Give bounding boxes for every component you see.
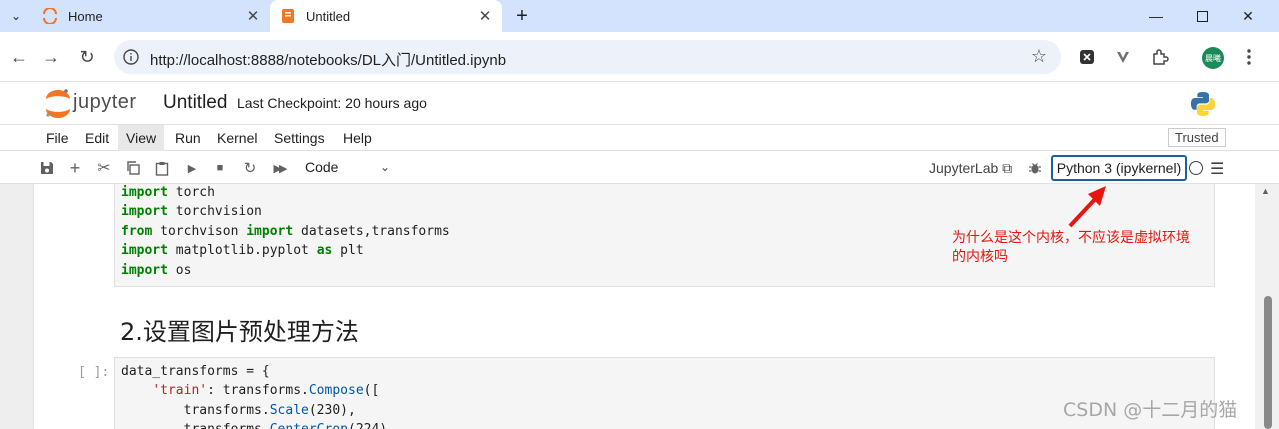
notebook-area: import torch import torchvision from tor… [0,184,1279,429]
notebook-title[interactable]: Untitled [163,92,227,114]
debugger-bug-icon[interactable] [1025,158,1045,178]
site-info-icon[interactable] [122,48,140,66]
menu-help[interactable]: Help [335,125,380,151]
code-line: import os [121,262,192,278]
close-window-icon[interactable]: ✕ [1225,0,1271,32]
scrollbar-thumb[interactable] [1264,296,1272,429]
jupyter-menubar: File Edit View Run Kernel Settings Help … [0,124,1279,151]
notebook-favicon-icon [280,8,296,24]
extension-v-icon[interactable] [1113,47,1133,67]
menu-edit[interactable]: Edit [77,125,117,151]
jupyter-favicon-icon [42,8,58,24]
menu-run[interactable]: Run [167,125,209,151]
toolbar-menu-hamburger-icon[interactable]: ☰ [1210,159,1224,179]
profile-avatar[interactable]: 晨曦 [1202,47,1224,69]
tab-search-chevron-icon[interactable]: ⌄ [4,4,28,28]
red-annotation-text: 为什么是这个内核，不应该是虚拟环境 的内核吗 [952,229,1222,267]
tab-title: Untitled [306,8,351,24]
browser-menu-kebab-icon[interactable] [1239,47,1259,67]
extensions-puzzle-icon[interactable] [1150,47,1170,67]
menu-view[interactable]: View [118,125,165,151]
url-text: http://localhost:8888/notebooks/DL入门/Unt… [150,52,507,69]
browser-tab-home[interactable]: Home ✕ [32,0,270,32]
run-all-fast-forward-icon[interactable]: ▶▶ [269,158,289,178]
reload-icon[interactable]: ↻ [74,44,100,70]
cut-scissors-icon[interactable]: ✂ [94,158,114,178]
csdn-watermark: CSDN @十二月的猫 [1063,399,1238,421]
close-tab-icon[interactable]: ✕ [244,7,262,25]
stop-square-icon[interactable]: ■ [210,158,230,178]
python-logo-icon [1191,92,1215,116]
restart-kernel-icon[interactable]: ↻ [240,158,260,178]
code-line: data_transforms = { [121,364,270,379]
page-scrollbar[interactable]: ▲ [1255,184,1279,429]
minimize-icon[interactable]: — [1133,0,1179,32]
chevron-down-icon[interactable]: ⌄ [380,160,390,174]
code-line: from torchvison import datasets,transfor… [121,223,450,239]
extension-x-icon[interactable] [1077,47,1097,67]
save-icon[interactable] [37,158,57,178]
insert-cell-plus-icon[interactable]: + [65,158,85,178]
code-line: 'train': transforms.Compose([ [152,383,380,399]
tab-title: Home [68,8,103,24]
code-line: transforms.Scale(230), [121,402,356,418]
kernel-name-button[interactable]: Python 3 (ipykernel) [1051,155,1187,181]
code-cell-transforms[interactable]: data_transforms = { 'train': transforms.… [114,357,1215,429]
annotation-line: 的内核吗 [952,249,1008,265]
markdown-heading: 2.设置图片预处理方法 [120,318,359,346]
red-arrow-icon [1068,186,1106,228]
open-jupyterlab-link[interactable]: JupyterLab ⧉ [929,160,1012,177]
scroll-up-arrow-icon[interactable]: ▲ [1261,186,1270,196]
trusted-indicator[interactable]: Trusted [1168,128,1226,147]
close-tab-icon[interactable]: ✕ [476,7,494,25]
menu-kernel[interactable]: Kernel [209,125,265,151]
code-line: transforms.CenterCrop(224), [121,422,395,429]
menu-file[interactable]: File [38,125,77,151]
code-line: import torch [121,185,215,200]
last-checkpoint: Last Checkpoint: 20 hours ago [237,95,427,111]
maximize-icon[interactable] [1179,0,1225,32]
forward-arrow-icon[interactable]: → [38,44,64,70]
browser-tab-untitled[interactable]: Untitled ✕ [270,0,502,32]
cell-code[interactable]: data_transforms = { 'train': transforms.… [115,362,1214,429]
jupyter-header: jupyter Untitled Last Checkpoint: 20 hou… [0,82,1279,124]
kernel-status-idle-icon [1189,161,1203,175]
copy-icon[interactable] [123,158,143,178]
bookmark-star-icon[interactable]: ☆ [1031,46,1047,67]
jupyterlab-label: JupyterLab [929,160,999,176]
run-play-icon[interactable]: ▶ [182,158,202,178]
jupyter-wordmark: jupyter [73,91,137,113]
new-tab-plus-icon[interactable]: + [510,4,534,28]
cell-type-select[interactable]: Code [305,159,338,175]
browser-tab-strip: ⌄ Home ✕ Untitled ✕ + — ✕ [0,0,1279,32]
code-line: import matplotlib.pyplot as plt [121,243,364,259]
paste-clipboard-icon[interactable] [152,158,172,178]
back-arrow-icon[interactable]: ← [6,44,32,70]
menu-settings[interactable]: Settings [266,125,333,151]
cell-prompt: [ ]: [78,365,110,380]
notebook-toolbar: + ✂ ▶ ■ ↻ ▶▶ Code ⌄ JupyterLab ⧉ Python … [0,152,1279,184]
browser-navbar: ← → ↻ http://localhost:8888/notebooks/DL… [0,32,1279,82]
code-line: import torchvision [121,204,262,220]
address-bar[interactable]: http://localhost:8888/notebooks/DL入门/Unt… [114,40,1061,74]
